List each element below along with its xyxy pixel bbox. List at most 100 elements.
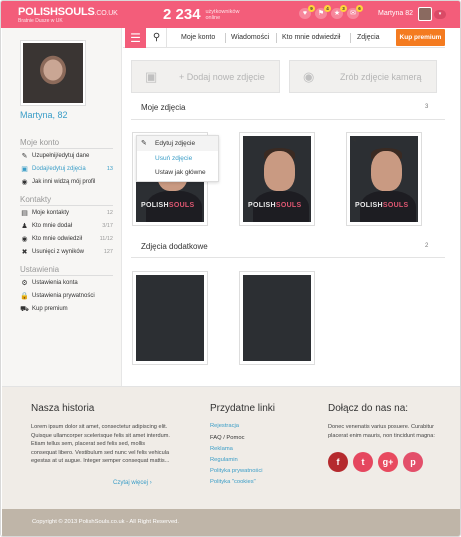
divider — [20, 205, 113, 206]
sidebar-item-edit-data[interactable]: ✎ Uzupełnij/edytuj dane — [20, 152, 113, 162]
sidebar-item-contacts[interactable]: ▤ Moje kontakty 12 — [20, 209, 113, 219]
footer-history-text: Lorem ipsum dolor sit amet, consectetur … — [31, 424, 170, 464]
pencil-icon[interactable]: ✎ — [244, 136, 250, 144]
logo[interactable]: POLISHSOULS.CO.UK — [18, 6, 118, 18]
menu-item-edit-photo[interactable]: Edytuj zdjęcie — [155, 140, 195, 147]
pencil-icon: ✎ — [21, 153, 28, 160]
watermark: POLISHSOULS — [355, 202, 409, 209]
lock-icon: 🔒 — [20, 293, 29, 300]
extra-photos-title: Zdjęcia dodatkowe — [141, 242, 208, 251]
watermark: POLISHSOULS — [248, 202, 302, 209]
divider — [276, 33, 277, 43]
flag-icon[interactable]: ⚑ 4 — [315, 5, 331, 19]
footer-link-ads[interactable]: Reklama — [210, 446, 233, 452]
online-counter: 2 234 użytkowników online — [163, 6, 239, 23]
photo-card[interactable]: ✎ — [239, 271, 315, 365]
footer-links-title: Przydatne linki — [210, 403, 276, 414]
copyright-bar: Copyright © 2013 PolishSouls.co.uk - All… — [2, 509, 460, 536]
photo-context-menu: ✎ Edytuj zdjęcie Usuń zdjęcie Ustaw jak … — [136, 135, 219, 182]
remove-icon: ✖ — [21, 249, 28, 256]
user-icon: ♟ — [21, 223, 28, 230]
pencil-icon[interactable]: ✎ — [351, 136, 357, 144]
photo-thumbnail[interactable]: POLISHSOULS — [350, 136, 418, 222]
sidebar-item-profile-view[interactable]: ◉ Jak inni widzą mój profil — [20, 178, 113, 188]
star-icon[interactable]: ★ 3 — [331, 5, 347, 19]
webcam-icon: ◉ — [303, 69, 315, 84]
avatar[interactable] — [418, 7, 432, 21]
sidebar-item-account-settings[interactable]: ⚙ Ustawienia konta — [20, 279, 113, 289]
camera-icon: ▣ — [145, 69, 158, 84]
footer-link-terms[interactable]: Regulamin — [210, 457, 238, 463]
buy-premium-button[interactable]: Kup premium — [396, 29, 445, 46]
facebook-icon[interactable]: f — [328, 452, 348, 472]
google-plus-icon[interactable]: g+ — [378, 452, 398, 472]
online-count: 2 234 — [163, 6, 201, 23]
notification-badge: 4 — [324, 5, 331, 12]
sidebar-item-photos[interactable]: ▣ Dodaj/edytuj zdjęcia 13 — [20, 165, 113, 175]
read-more-link[interactable]: Czytaj więcej › — [113, 480, 152, 486]
online-label: użytkowników online — [205, 8, 240, 21]
search-icon[interactable]: ⚲ — [147, 28, 167, 48]
sidebar-item-visitors[interactable]: ◉ Kto mnie odwiedził 11/12 — [20, 235, 113, 245]
section-title-contacts: Kontakty — [20, 195, 52, 204]
divider — [131, 257, 445, 258]
photo-icon: ▣ — [21, 166, 28, 173]
footer-link-cookies[interactable]: Polityka "cookies" — [210, 479, 256, 485]
footer-join-text: Donec venenatis varius posuere. Curabitu… — [328, 424, 435, 439]
pencil-icon[interactable]: ✎ — [141, 139, 147, 147]
sidebar-item-premium[interactable]: ⛟ Kup premium — [20, 305, 113, 315]
photo-thumbnail[interactable] — [136, 275, 204, 361]
divider — [131, 119, 445, 120]
eye-icon: ◉ — [21, 236, 28, 243]
pinterest-icon[interactable]: p — [403, 452, 423, 472]
notification-badge: 9 — [308, 5, 315, 12]
add-photo-button[interactable]: ▣ + Dodaj nowe zdjęcie — [131, 60, 280, 93]
nav-visitors[interactable]: Kto mnie odwiedził — [282, 34, 340, 41]
nav-messages[interactable]: Wiadomości — [231, 34, 269, 41]
photo-thumbnail[interactable]: POLISHSOULS — [243, 136, 311, 222]
sidebar-item-removed[interactable]: ✖ Usunięci z wyników 127 — [20, 248, 113, 258]
tagline: Bratnie Dusze w UK — [18, 18, 63, 24]
notification-badge: 3 — [340, 5, 347, 12]
photo-card[interactable]: ✎ — [132, 271, 208, 365]
footer-link-privacy[interactable]: Polityka prywatności — [210, 468, 263, 474]
envelope-icon[interactable]: ✉ 6 — [347, 5, 363, 19]
eye-icon: ◉ — [21, 179, 28, 186]
profile-name[interactable]: Martyna, 82 — [20, 110, 68, 120]
footer-history-title: Nasza historia — [31, 403, 95, 414]
watermark: POLISHSOULS — [141, 202, 195, 209]
sidebar: Martyna, 82 Moje konto ✎ Uzupełnij/edytu… — [2, 28, 122, 386]
section-title-account: Moje konto — [20, 138, 60, 147]
pencil-icon[interactable]: ✎ — [244, 275, 250, 283]
divider — [225, 33, 226, 43]
sidebar-item-privacy-settings[interactable]: 🔒 Ustawienia prywatności — [20, 292, 113, 302]
my-photos-title: Moje zdjęcia — [141, 103, 186, 112]
hamburger-menu-icon[interactable]: ☰ — [125, 28, 146, 48]
footer-link-faq[interactable]: FAQ / Pomoc — [210, 435, 244, 441]
divider — [20, 148, 113, 149]
profile-photo[interactable] — [20, 40, 86, 106]
chevron-right-icon: › — [149, 480, 152, 486]
menu-item-delete-photo[interactable]: Usuń zdjęcie — [155, 155, 192, 162]
truck-icon: ⛟ — [20, 306, 29, 313]
nav-photos[interactable]: Zdjęcia — [357, 34, 380, 41]
twitter-icon[interactable]: t — [353, 452, 373, 472]
footer-link-register[interactable]: Rejestracja — [210, 423, 239, 429]
webcam-photo-button[interactable]: ◉ Zrób zdjęcie kamerą — [289, 60, 437, 93]
photo-card[interactable]: ✎ POLISHSOULS — [239, 132, 315, 226]
footer-join-title: Dołącz do nas na: — [328, 403, 409, 414]
divider — [20, 275, 113, 276]
chevron-down-icon[interactable]: ▾ — [434, 10, 446, 19]
main-nav: ☰ ⚲ Moje konto Wiadomości Kto mnie odwie… — [123, 28, 445, 48]
heart-icon[interactable]: ♥ 9 — [299, 5, 315, 19]
nav-my-account[interactable]: Moje konto — [181, 34, 215, 41]
extra-photos-count: 2 — [425, 243, 429, 249]
pencil-icon[interactable]: ✎ — [137, 275, 143, 283]
menu-item-set-main[interactable]: Ustaw jak główne — [155, 169, 206, 176]
copyright-text: Copyright © 2013 PolishSouls.co.uk - All… — [32, 519, 180, 525]
username[interactable]: Martyna 82 — [378, 10, 413, 17]
photo-thumbnail[interactable] — [243, 275, 311, 361]
app-window: POLISHSOULS.CO.UK Bratnie Dusze w UK 2 2… — [0, 0, 461, 537]
photo-card[interactable]: ✎ POLISHSOULS — [346, 132, 422, 226]
sidebar-item-added-me[interactable]: ♟ Kto mnie dodał 3/17 — [20, 222, 113, 232]
